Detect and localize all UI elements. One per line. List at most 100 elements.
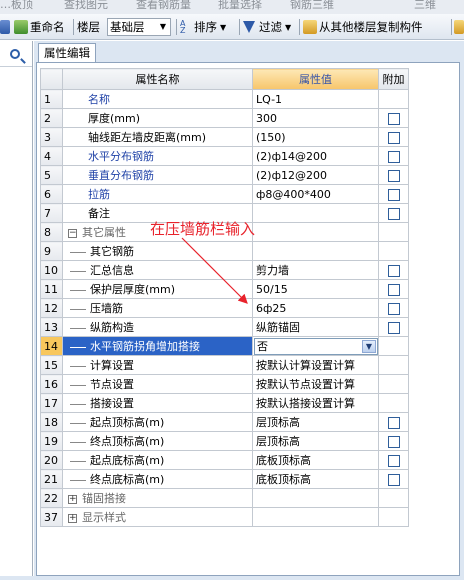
menu-item[interactable]: …板顶 [0, 0, 33, 12]
add-cell[interactable] [378, 165, 409, 185]
row-number[interactable]: 20 [40, 450, 63, 470]
add-cell[interactable] [378, 469, 409, 489]
chevron-down-icon[interactable]: ▼ [157, 20, 169, 34]
property-name-cell[interactable]: 压墙筋 [62, 298, 253, 318]
add-checkbox[interactable] [387, 416, 400, 429]
add-checkbox[interactable] [387, 188, 400, 201]
filter-button[interactable]: 过滤 ▼ [243, 18, 291, 36]
menu-item[interactable]: 三维 [414, 0, 436, 12]
row-number[interactable]: 21 [40, 469, 63, 489]
property-value-cell[interactable]: 按默认搭接设置计算 [252, 393, 379, 413]
property-value-cell[interactable]: 纵筋锚固 [252, 317, 379, 337]
property-name-cell[interactable]: 其它钢筋 [62, 241, 253, 261]
property-name-cell[interactable]: 水平钢筋拐角增加搭接 [62, 336, 253, 356]
row-number[interactable]: 15 [40, 355, 63, 375]
value-dropdown[interactable]: 否 ▼ [254, 337, 378, 355]
add-column-header[interactable]: 附加 [378, 68, 409, 90]
add-checkbox[interactable] [387, 473, 400, 486]
tab-property-edit[interactable]: 属性编辑 [38, 43, 96, 62]
name-column-header[interactable]: 属性名称 [62, 68, 253, 90]
row-number[interactable]: 37 [40, 507, 63, 527]
add-cell[interactable] [378, 108, 409, 128]
sort-button[interactable]: AZ 排序 ▼ [180, 18, 226, 36]
more-button[interactable] [454, 18, 464, 36]
table-row[interactable]: 21 终点底标高(m) 底板顶标高 [40, 469, 409, 489]
row-number[interactable]: 7 [40, 203, 63, 223]
table-row[interactable]: 10 汇总信息 剪力墙 [40, 260, 409, 280]
table-row[interactable]: 3 轴线距左墙皮距离(mm) (150) [40, 127, 409, 147]
row-number[interactable]: 3 [40, 127, 63, 147]
search-button[interactable] [0, 45, 32, 67]
row-number[interactable]: 11 [40, 279, 63, 299]
table-row[interactable]: 15 计算设置 按默认计算设置计算 [40, 355, 409, 375]
property-name-cell[interactable]: 厚度(mm) [62, 108, 253, 128]
property-value-cell[interactable]: 6ф25 [252, 298, 379, 318]
add-cell[interactable] [378, 127, 409, 147]
property-name-cell[interactable]: 保护层厚度(mm) [62, 279, 253, 299]
property-value-cell[interactable] [252, 507, 379, 527]
add-checkbox[interactable] [387, 207, 400, 220]
value-column-header[interactable]: 属性值 [252, 68, 379, 90]
add-checkbox[interactable] [387, 169, 400, 182]
row-number[interactable]: 1 [40, 89, 63, 109]
property-value-cell[interactable]: (150) [252, 127, 379, 147]
add-cell[interactable] [378, 317, 409, 337]
copy-from-floor-button[interactable]: 从其他楼层复制构件 [303, 18, 423, 36]
property-value-cell[interactable] [252, 222, 379, 242]
expand-icon[interactable]: + [68, 513, 77, 523]
property-name-cell[interactable]: 纵筋构造 [62, 317, 253, 337]
row-number[interactable]: 12 [40, 298, 63, 318]
add-checkbox[interactable] [387, 112, 400, 125]
row-number[interactable]: 14 [40, 336, 63, 356]
property-name-cell[interactable]: 起点顶标高(m) [62, 412, 253, 432]
row-number[interactable]: 22 [40, 488, 63, 508]
property-name-cell[interactable]: + 锚固搭接 [62, 488, 253, 508]
table-row[interactable]: 20 起点底标高(m) 底板顶标高 [40, 450, 409, 470]
property-value-cell[interactable] [252, 488, 379, 508]
row-number[interactable]: 16 [40, 374, 63, 394]
collapse-icon[interactable]: − [68, 228, 77, 238]
table-row[interactable]: 1 名称 LQ-1 [40, 89, 409, 109]
row-number[interactable]: 8 [40, 222, 63, 242]
row-number[interactable]: 2 [40, 108, 63, 128]
chevron-down-icon[interactable]: ▼ [362, 339, 376, 353]
property-name-cell[interactable]: 终点底标高(m) [62, 469, 253, 489]
table-row[interactable]: 16 节点设置 按默认节点设置计算 [40, 374, 409, 394]
table-row[interactable]: 11 保护层厚度(mm) 50/15 [40, 279, 409, 299]
property-value-cell[interactable]: 否 ▼ [252, 336, 379, 356]
property-name-cell[interactable]: 计算设置 [62, 355, 253, 375]
table-row[interactable]: 18 起点顶标高(m) 层顶标高 [40, 412, 409, 432]
table-row[interactable]: 19 终点顶标高(m) 层顶标高 [40, 431, 409, 451]
property-name-cell[interactable]: 节点设置 [62, 374, 253, 394]
property-value-cell[interactable]: 按默认计算设置计算 [252, 355, 379, 375]
table-row[interactable]: 4 水平分布钢筋 (2)ф14@200 [40, 146, 409, 166]
add-cell[interactable] [378, 412, 409, 432]
floor-select[interactable]: 基础层 ▼ [107, 18, 171, 36]
add-checkbox[interactable] [387, 131, 400, 144]
property-name-cell[interactable]: 搭接设置 [62, 393, 253, 413]
table-row[interactable]: 13 纵筋构造 纵筋锚固 [40, 317, 409, 337]
table-row[interactable]: 17 搭接设置 按默认搭接设置计算 [40, 393, 409, 413]
table-row[interactable]: 6 拉筋 ф8@400*400 [40, 184, 409, 204]
property-value-cell[interactable]: LQ-1 [252, 89, 379, 109]
property-value-cell[interactable]: 300 [252, 108, 379, 128]
table-row[interactable]: 22 + 锚固搭接 [40, 488, 409, 508]
add-checkbox[interactable] [387, 150, 400, 163]
add-cell[interactable] [378, 260, 409, 280]
row-number[interactable]: 6 [40, 184, 63, 204]
table-row[interactable]: 12 压墙筋 6ф25 [40, 298, 409, 318]
table-row[interactable]: 37 + 显示样式 [40, 507, 409, 527]
add-checkbox[interactable] [387, 264, 400, 277]
row-number[interactable]: 10 [40, 260, 63, 280]
menu-item[interactable]: 查找图元 [64, 0, 108, 12]
property-name-cell[interactable]: 起点底标高(m) [62, 450, 253, 470]
row-number[interactable]: 5 [40, 165, 63, 185]
menu-item[interactable]: 查看钢筋量 [136, 0, 191, 12]
add-checkbox[interactable] [387, 435, 400, 448]
property-name-cell[interactable]: 名称 [62, 89, 253, 109]
menu-item[interactable]: 钢筋三维 [290, 0, 334, 12]
property-value-cell[interactable]: 层顶标高 [252, 431, 379, 451]
property-value-cell[interactable] [252, 241, 379, 261]
property-value-cell[interactable] [252, 203, 379, 223]
table-row[interactable]: 5 垂直分布钢筋 (2)ф12@200 [40, 165, 409, 185]
